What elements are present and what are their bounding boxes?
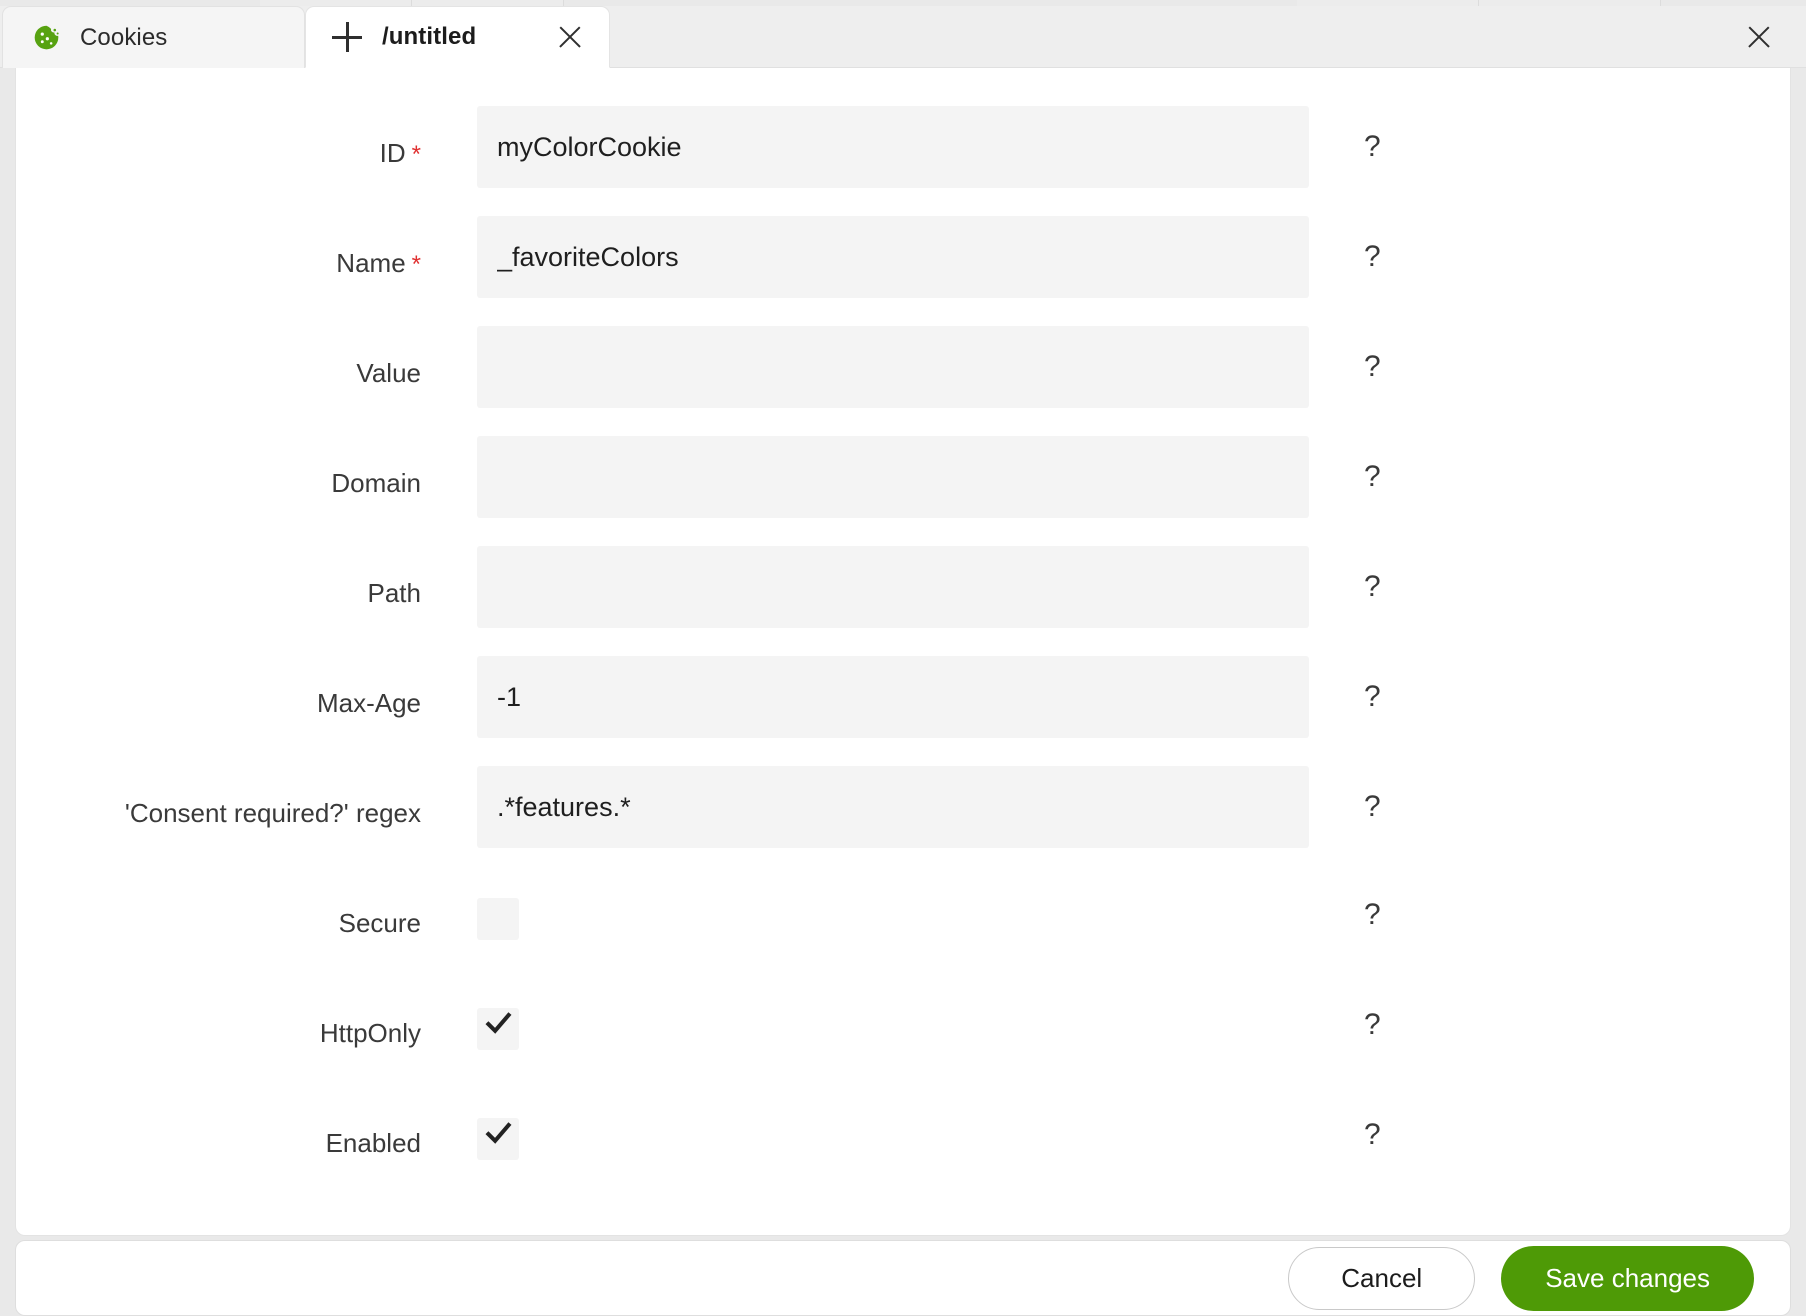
label-max-age: Max-Age (316, 688, 421, 718)
help-icon-id[interactable]: ? (1364, 130, 1381, 164)
help-icon-value[interactable]: ? (1364, 350, 1381, 384)
help-icon-enabled[interactable]: ? (1364, 1118, 1381, 1152)
input-value[interactable] (477, 326, 1309, 408)
label-httponly: HttpOnly (319, 1018, 421, 1048)
label-consent-regex: 'Consent required?' regex (124, 798, 421, 828)
label-secure: Secure (338, 908, 421, 938)
tab-cookies-label: Cookies (80, 23, 168, 51)
input-id[interactable] (477, 106, 1309, 188)
input-path[interactable] (477, 546, 1309, 628)
label-name: Name * (16, 216, 421, 279)
required-indicator: * (411, 141, 421, 168)
label-domain: Domain (331, 468, 421, 498)
field-row-max-age: Max-Age ? (16, 656, 1790, 766)
window-close-icon[interactable] (1746, 24, 1772, 50)
tab-close-icon[interactable] (557, 24, 583, 50)
tab-untitled[interactable]: /untitled (305, 6, 610, 68)
cookie-icon (34, 25, 59, 50)
cancel-button[interactable]: Cancel (1288, 1246, 1476, 1310)
control-path (477, 546, 1309, 628)
help-icon-path[interactable]: ? (1364, 570, 1381, 604)
checkbox-enabled[interactable] (477, 1118, 519, 1160)
label-name-text: Name (336, 248, 406, 278)
label-enabled: Enabled (325, 1128, 421, 1158)
control-domain (477, 436, 1309, 518)
checkmark-icon (485, 1122, 512, 1144)
field-row-enabled: Enabled ? (16, 1096, 1790, 1206)
input-max-age[interactable] (477, 656, 1309, 738)
help-icon-consent-regex[interactable]: ? (1364, 790, 1381, 824)
required-indicator: * (411, 251, 421, 278)
field-row-secure: Secure ? (16, 876, 1790, 986)
field-row-path: Path ? (16, 546, 1790, 656)
control-enabled (477, 1096, 1309, 1160)
label-value: Value (356, 358, 421, 388)
field-row-id: ID* ? (16, 106, 1790, 216)
control-value (477, 326, 1309, 408)
app-window: Cookies /untitled ID* ? (0, 0, 1806, 1316)
plus-icon[interactable] (332, 22, 362, 52)
input-domain[interactable] (477, 436, 1309, 518)
checkbox-httponly[interactable] (477, 1008, 519, 1050)
input-consent-regex[interactable] (477, 766, 1309, 848)
tab-cookies[interactable]: Cookies (2, 6, 305, 68)
field-row-httponly: HttpOnly ? (16, 986, 1790, 1096)
help-icon-domain[interactable]: ? (1364, 460, 1381, 494)
cookie-editor-panel: ID* ? Name* ? Value (15, 68, 1791, 1236)
tab-strip: Cookies /untitled (0, 6, 1806, 68)
save-changes-button[interactable]: Save changes (1501, 1245, 1754, 1311)
control-consent-regex (477, 766, 1309, 848)
field-row-consent-regex: 'Consent required?' regex ? (16, 766, 1790, 876)
field-row-domain: Domain ? (16, 436, 1790, 546)
control-httponly (477, 986, 1309, 1050)
tab-untitled-label: /untitled (382, 23, 477, 50)
field-row-value: Value ? (16, 326, 1790, 436)
help-icon-max-age[interactable]: ? (1364, 680, 1381, 714)
checkbox-secure[interactable] (477, 898, 519, 940)
help-icon-httponly[interactable]: ? (1364, 1008, 1381, 1042)
control-secure (477, 876, 1309, 940)
input-name[interactable] (477, 216, 1309, 298)
control-id (477, 106, 1309, 188)
field-row-name: Name* ? (16, 216, 1790, 326)
label-id: ID * (16, 106, 421, 169)
control-max-age (477, 656, 1309, 738)
label-path: Path (367, 578, 422, 608)
label-id-text: ID (379, 138, 406, 168)
dialog-footer: Cancel Save changes (15, 1240, 1791, 1316)
control-name (477, 216, 1309, 298)
help-icon-secure[interactable]: ? (1364, 898, 1381, 932)
checkmark-icon (485, 1012, 512, 1034)
cookie-form: ID* ? Name* ? Value (16, 68, 1790, 1206)
help-icon-name[interactable]: ? (1364, 240, 1381, 274)
